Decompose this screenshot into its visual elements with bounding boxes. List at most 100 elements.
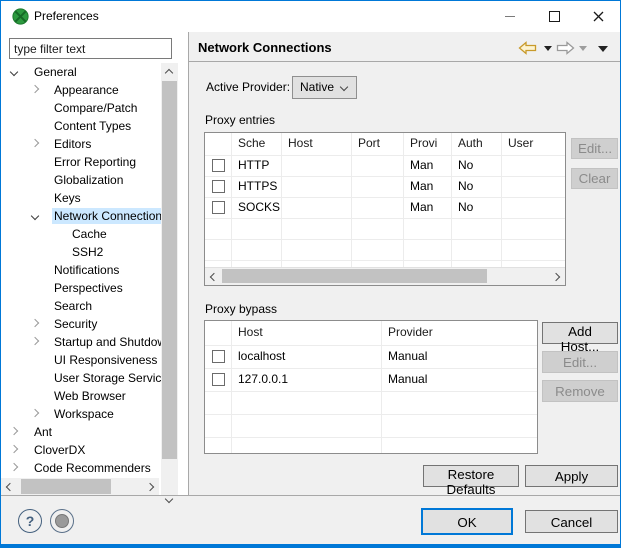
tree-vertical-scrollbar <box>161 63 178 509</box>
minimize-button[interactable] <box>488 1 532 31</box>
proxy-entries-edit-button[interactable]: Edit... <box>571 138 618 159</box>
row-checkbox[interactable] <box>212 180 225 193</box>
sidebar-item-workspace[interactable]: Workspace <box>1 405 161 423</box>
sidebar-item-startup-and-shutdown[interactable]: Startup and Shutdown <box>1 333 161 351</box>
horizontal-scroll-thumb[interactable] <box>222 269 487 283</box>
table-horizontal-scrollbar <box>205 267 565 285</box>
sidebar-item-cache[interactable]: Cache <box>1 225 161 243</box>
help-button[interactable]: ? <box>18 509 42 533</box>
sidebar-item-search[interactable]: Search <box>1 297 161 315</box>
checkbox-column-header[interactable] <box>205 133 232 155</box>
proxy-bypass-table: HostProviderlocalhostManual127.0.0.1Manu… <box>204 320 538 454</box>
column-header[interactable]: Host <box>282 133 352 155</box>
column-header[interactable]: Provider <box>382 321 537 345</box>
sidebar-item-globalization[interactable]: Globalization <box>1 171 161 189</box>
table-empty-row <box>205 219 565 240</box>
table-row[interactable]: HTTPManNo <box>205 156 565 177</box>
column-header[interactable]: Port <box>352 133 404 155</box>
add-host-button[interactable]: Add Host... <box>542 322 618 344</box>
scroll-left-icon[interactable] <box>210 273 218 281</box>
row-checkbox[interactable] <box>212 159 225 172</box>
ok-button[interactable]: OK <box>421 508 513 535</box>
checkbox-column-header[interactable] <box>205 321 232 345</box>
chevron-right-icon[interactable] <box>31 319 39 327</box>
sidebar-item-label: Search <box>52 298 94 314</box>
close-button[interactable] <box>576 1 620 31</box>
chevron-right-icon[interactable] <box>10 463 18 471</box>
sidebar-item-web-browser[interactable]: Web Browser <box>1 387 161 405</box>
proxy-entries-clear-button[interactable]: Clear <box>571 168 618 189</box>
scroll-right-icon[interactable] <box>552 273 560 281</box>
forward-arrow-icon[interactable] <box>556 41 575 55</box>
column-header[interactable]: Auth <box>452 133 502 155</box>
back-arrow-icon[interactable] <box>518 41 537 55</box>
filter-input[interactable] <box>9 38 172 59</box>
secondary-round-button[interactable] <box>50 509 74 533</box>
sidebar-item-cloverdx[interactable]: CloverDX <box>1 441 161 459</box>
row-checkbox[interactable] <box>212 350 225 363</box>
scroll-right-icon[interactable] <box>146 483 154 491</box>
table-row[interactable]: 127.0.0.1Manual <box>205 369 537 392</box>
chevron-down-icon[interactable] <box>31 212 39 220</box>
sidebar-item-label: Startup and Shutdown <box>52 334 161 350</box>
forward-history-dropdown-icon[interactable] <box>579 46 587 51</box>
column-header[interactable]: Sche <box>232 133 282 155</box>
sidebar-item-network-connections[interactable]: Network Connections <box>1 207 161 225</box>
view-menu-icon[interactable] <box>598 46 608 52</box>
chevron-right-icon[interactable] <box>10 445 18 453</box>
scroll-left-icon[interactable] <box>6 483 14 491</box>
window-bottom-border <box>1 544 621 547</box>
table-cell: Man <box>404 177 452 197</box>
vertical-scroll-thumb[interactable] <box>162 81 177 459</box>
sidebar-item-label: Globalization <box>52 172 125 188</box>
scroll-down-icon[interactable] <box>165 495 173 503</box>
sidebar-item-code-recommenders[interactable]: Code Recommenders <box>1 459 161 477</box>
table-row[interactable]: HTTPSManNo <box>205 177 565 198</box>
chevron-right-icon[interactable] <box>10 427 18 435</box>
cancel-button[interactable]: Cancel <box>525 510 618 533</box>
scroll-up-icon[interactable] <box>165 69 173 77</box>
active-provider-label: Active Provider: <box>206 76 290 99</box>
table-row[interactable]: localhostManual <box>205 346 537 369</box>
row-checkbox[interactable] <box>212 373 225 386</box>
column-header[interactable]: Host <box>232 321 382 345</box>
chevron-right-icon[interactable] <box>31 85 39 93</box>
apply-button[interactable]: Apply <box>525 465 618 487</box>
table-cell: No <box>452 198 502 218</box>
maximize-button[interactable] <box>532 1 576 31</box>
restore-defaults-button[interactable]: Restore Defaults <box>423 465 519 487</box>
sidebar-item-general[interactable]: General <box>1 63 161 81</box>
proxy-bypass-label: Proxy bypass <box>205 302 277 316</box>
sidebar-item-label: Editors <box>52 136 93 152</box>
sidebar-item-keys[interactable]: Keys <box>1 189 161 207</box>
sidebar-item-error-reporting[interactable]: Error Reporting <box>1 153 161 171</box>
sidebar-item-security[interactable]: Security <box>1 315 161 333</box>
table-cell <box>232 438 382 454</box>
sidebar-item-ssh2[interactable]: SSH2 <box>1 243 161 261</box>
sidebar-item-ant[interactable]: Ant <box>1 423 161 441</box>
active-provider-select[interactable]: Native <box>292 76 357 99</box>
checkbox-cell <box>205 369 232 391</box>
chevron-down-icon[interactable] <box>10 68 18 76</box>
back-history-dropdown-icon[interactable] <box>544 46 552 51</box>
chevron-right-icon[interactable] <box>31 337 39 345</box>
sidebar-item-content-types[interactable]: Content Types <box>1 117 161 135</box>
sidebar-item-label: Cache <box>70 226 109 242</box>
column-header[interactable]: Provi <box>404 133 452 155</box>
chevron-right-icon[interactable] <box>31 409 39 417</box>
sidebar-item-editors[interactable]: Editors <box>1 135 161 153</box>
sidebar-item-label: Error Reporting <box>52 154 138 170</box>
chevron-right-icon[interactable] <box>31 139 39 147</box>
sidebar-item-user-storage-service[interactable]: User Storage Service <box>1 369 161 387</box>
row-checkbox[interactable] <box>212 201 225 214</box>
sidebar-item-notifications[interactable]: Notifications <box>1 261 161 279</box>
table-row[interactable]: SOCKSManNo <box>205 198 565 219</box>
sidebar-item-perspectives[interactable]: Perspectives <box>1 279 161 297</box>
sidebar-item-appearance[interactable]: Appearance <box>1 81 161 99</box>
horizontal-scroll-thumb[interactable] <box>21 479 111 494</box>
proxy-bypass-edit-button[interactable]: Edit... <box>542 351 618 373</box>
proxy-bypass-remove-button[interactable]: Remove <box>542 380 618 402</box>
sidebar-item-compare-patch[interactable]: Compare/Patch <box>1 99 161 117</box>
column-header[interactable]: User <box>502 133 565 155</box>
sidebar-item-ui-responsiveness-m[interactable]: UI Responsiveness M <box>1 351 161 369</box>
